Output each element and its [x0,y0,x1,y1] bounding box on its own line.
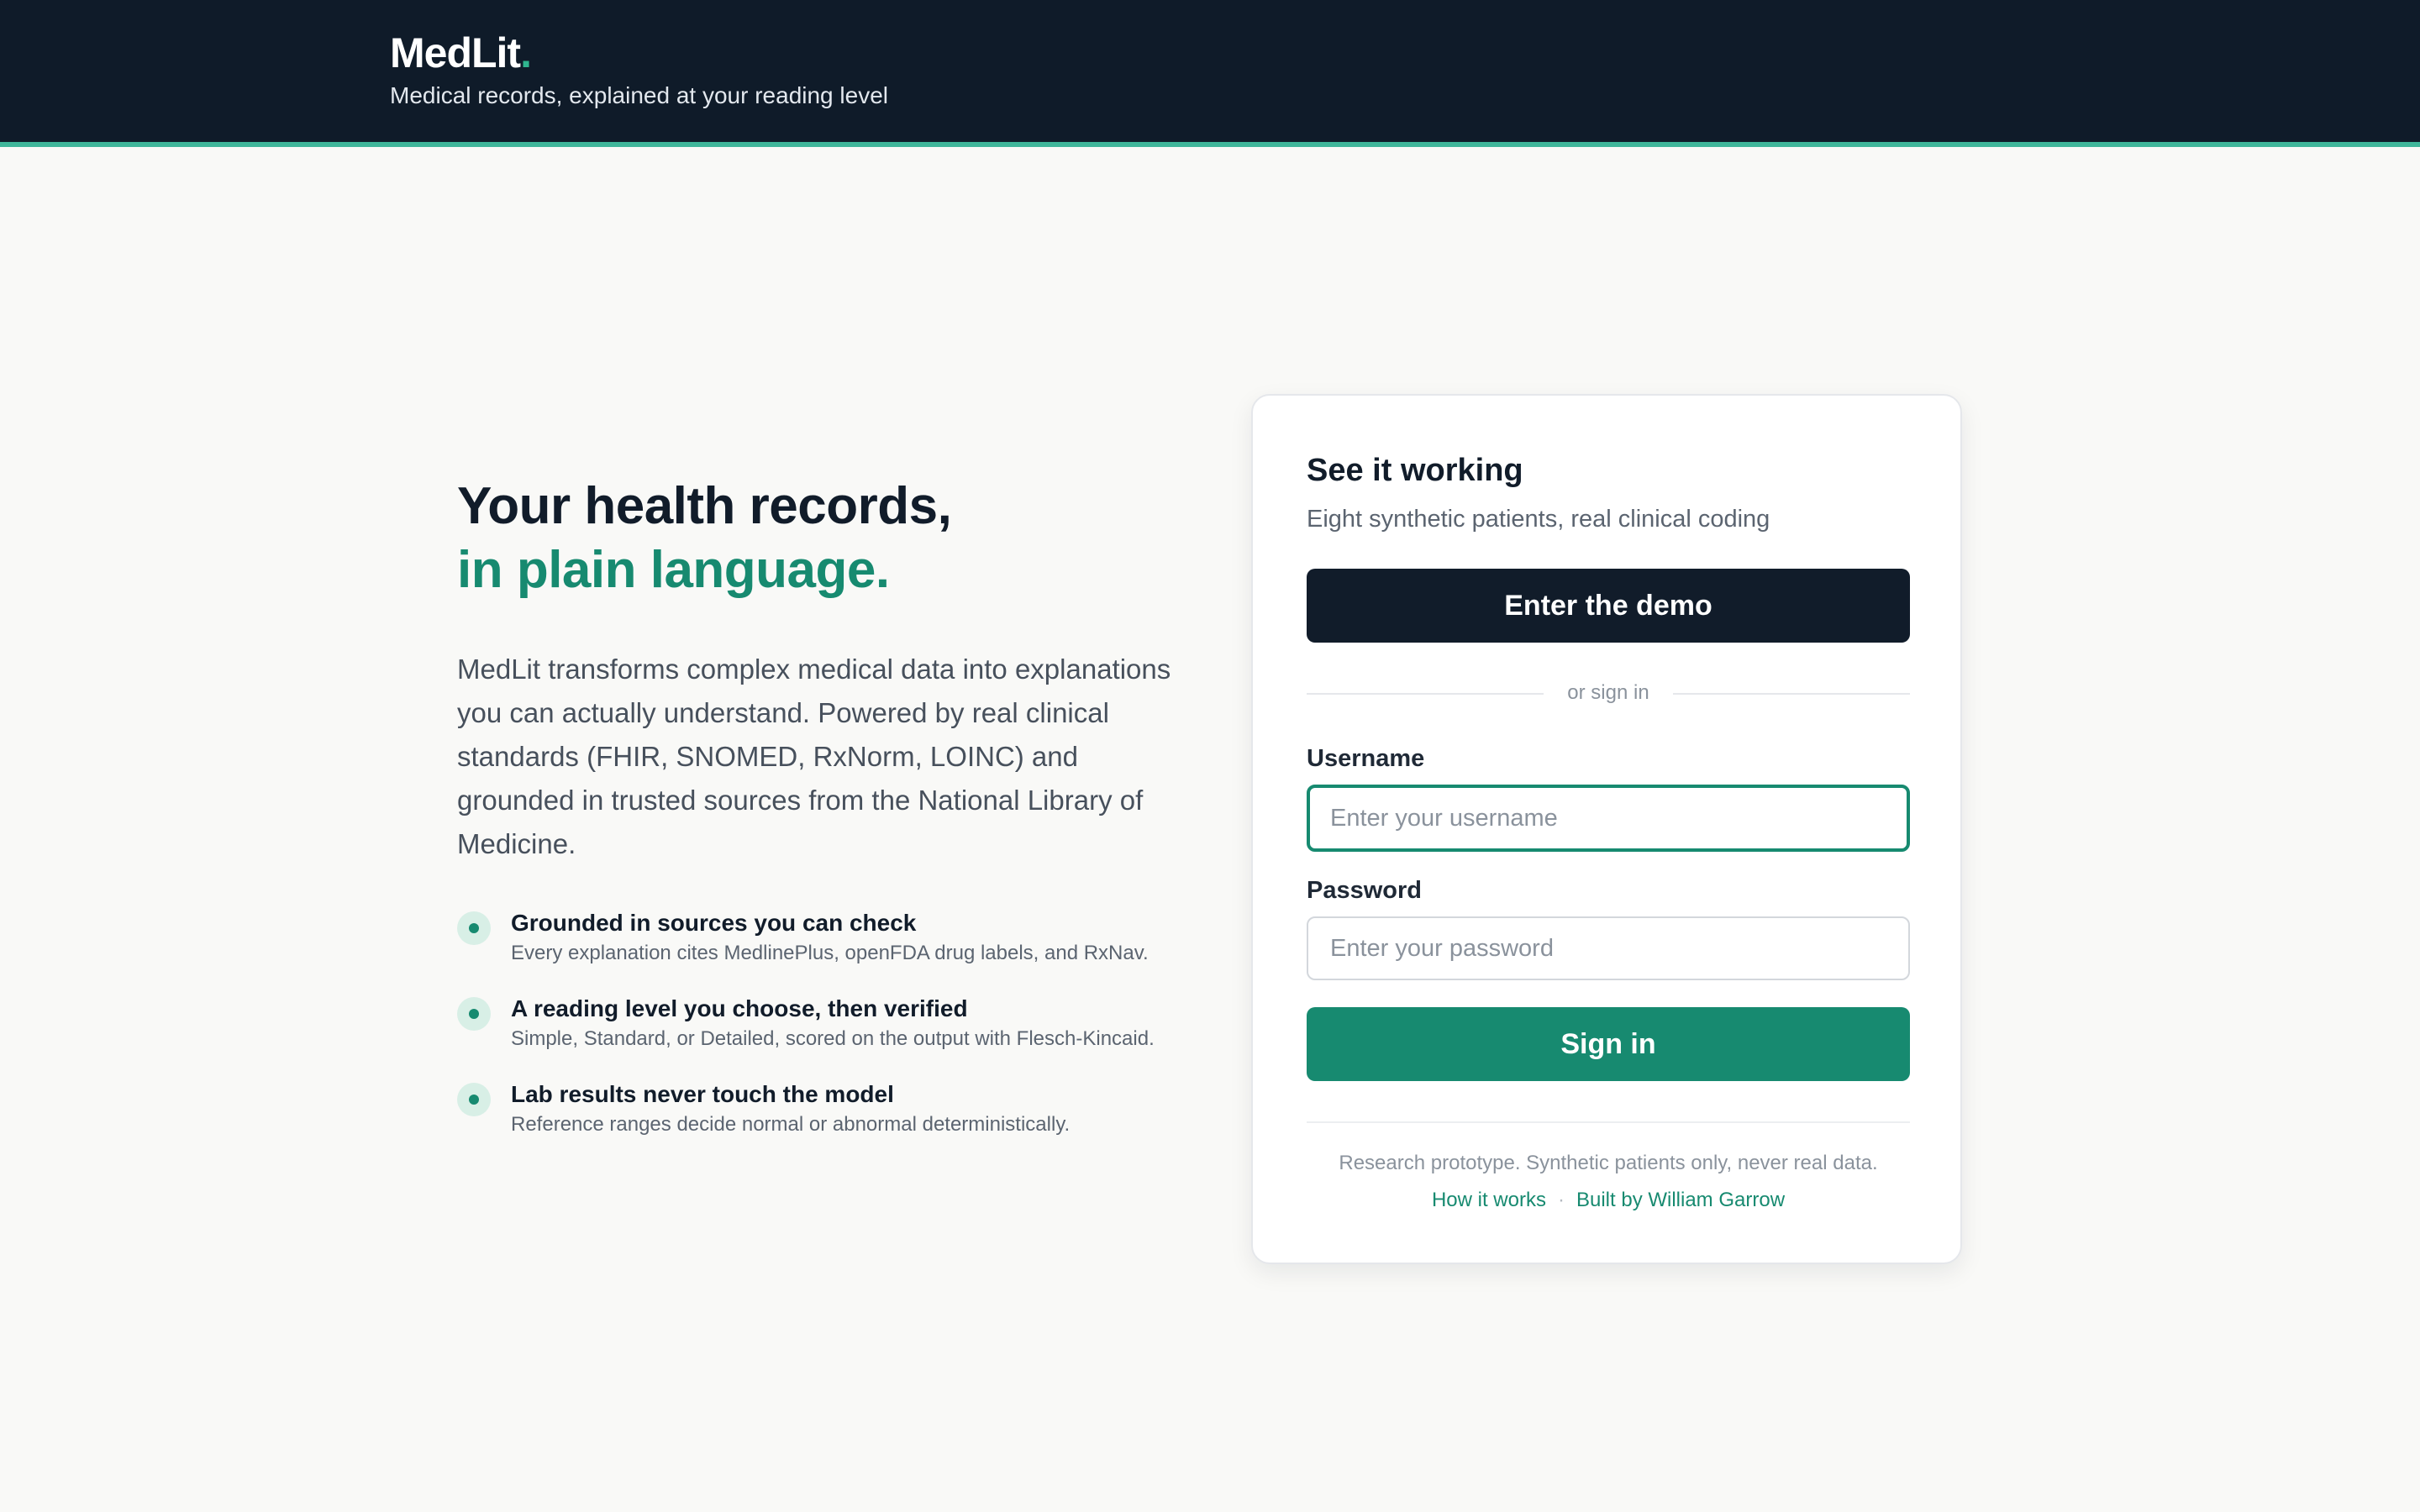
feature-item: Lab results never touch the model Refere… [457,1079,1180,1138]
feature-description: Every explanation cites MedlinePlus, ope… [511,942,1149,964]
footer-links: How it works · Built by William Garrow [1307,1189,1910,1212]
link-separator: · [1557,1189,1565,1211]
sign-in-button[interactable]: Sign in [1307,1007,1910,1081]
feature-title: A reading level you choose, then verifie… [511,995,968,1021]
username-label: Username [1307,745,1425,772]
hero-title: Your health records, in plain language. [457,475,1180,602]
card-footer: Research prototype. Synthetic patients o… [1307,1121,1910,1212]
login-card-content: See it working Eight synthetic patients,… [1307,453,1910,1212]
feature-description: Reference ranges decide normal or abnorm… [511,1113,1071,1136]
hero-title-line1: Your health records, [457,477,952,535]
card-title: See it working [1307,453,1523,488]
brand-dot: . [520,29,532,76]
feature-title: Grounded in sources you can check [511,910,917,936]
username-input[interactable] [1307,785,1910,852]
header-tagline: Medical records, explained at your readi… [390,82,888,108]
or-sign-in-divider: or sign in [1307,678,1910,708]
password-input[interactable] [1307,916,1910,980]
feature-list: Grounded in sources you can check Every … [457,908,1180,1138]
feature-item: Grounded in sources you can check Every … [457,908,1180,967]
brand-logo[interactable]: MedLit. [390,29,532,77]
feature-item: A reading level you choose, then verifie… [457,994,1180,1053]
feature-description: Simple, Standard, or Detailed, scored on… [511,1027,1155,1050]
login-card: See it working Eight synthetic patients,… [1251,394,1962,1264]
bullet-dot-icon [457,911,491,945]
how-it-works-link[interactable]: How it works [1432,1189,1546,1211]
bullet-dot-icon [457,1083,491,1116]
disclaimer-note: Research prototype. Synthetic patients o… [1339,1152,1878,1174]
hero-section: Your health records, in plain language. … [457,475,1180,1165]
hero-description: MedLit transforms complex medical data i… [457,654,1171,859]
built-by-link[interactable]: Built by William Garrow [1576,1189,1785,1211]
divider-label: or sign in [1567,681,1649,704]
bullet-dot-icon [457,997,491,1031]
hero-title-line2: in plain language. [457,541,890,599]
card-subtitle: Eight synthetic patients, real clinical … [1307,506,1770,533]
feature-title: Lab results never touch the model [511,1081,894,1107]
top-header: MedLit. Medical records, explained at yo… [0,0,2420,147]
enter-demo-button[interactable]: Enter the demo [1307,569,1910,643]
password-label: Password [1307,877,1422,904]
